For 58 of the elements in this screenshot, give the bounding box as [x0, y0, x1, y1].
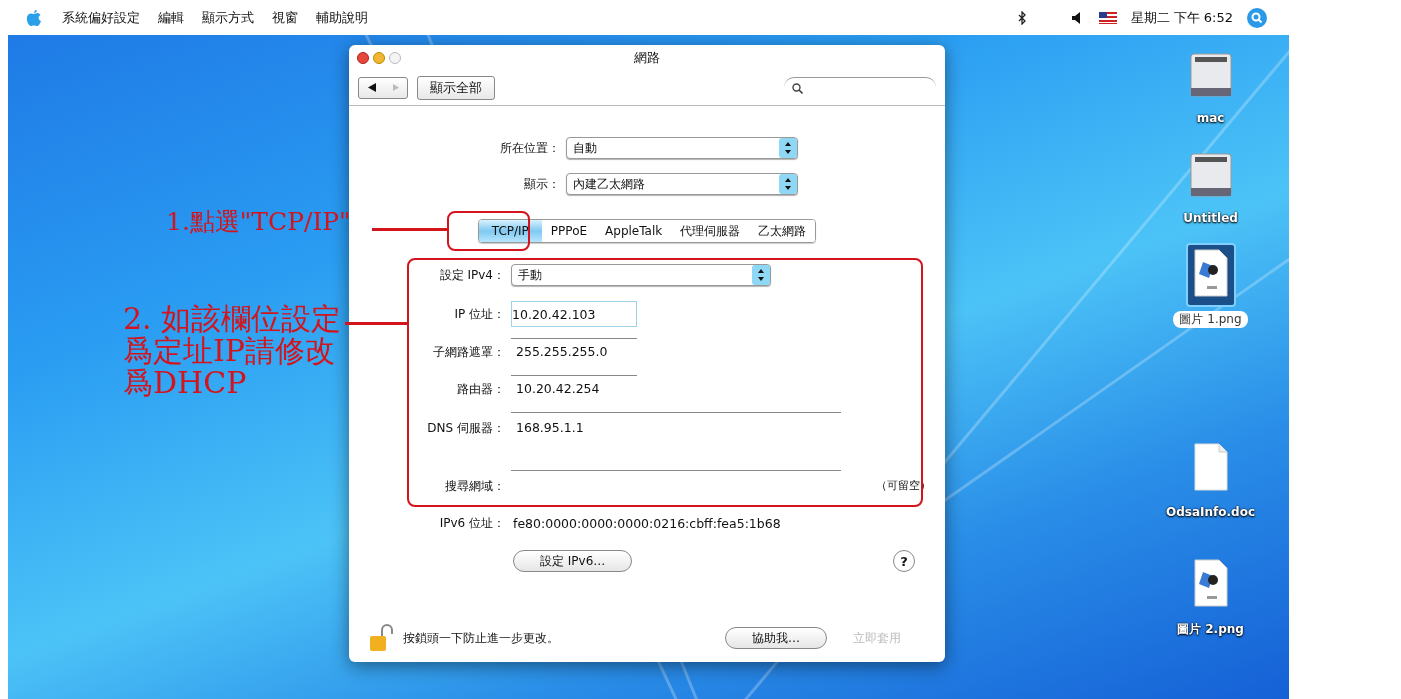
help-button[interactable]: ? — [893, 550, 915, 572]
apple-logo-icon[interactable] — [26, 8, 42, 27]
icon-label[interactable]: 圖片 2.png — [1171, 621, 1250, 638]
field-label: IP 位址： — [453, 305, 505, 323]
field-label: 設定 IPv4： — [438, 266, 505, 284]
stepper-icon — [779, 174, 797, 194]
popup-menu[interactable]: 手動 — [511, 264, 771, 286]
back-arrow-icon[interactable] — [367, 83, 376, 92]
ipv6-address: fe80:0000:0000:0000:0216:cbff:fea5:1b68 — [513, 515, 781, 531]
bluetooth-icon[interactable] — [1017, 10, 1026, 25]
menu-item[interactable]: 顯示方式 — [202, 8, 254, 27]
assist-me-button[interactable]: 協助我… — [725, 627, 827, 649]
input-field[interactable]: 10.20.42.254 — [511, 375, 637, 401]
search-icon — [792, 82, 803, 94]
show-all-button[interactable]: 顯示全部 — [417, 75, 495, 100]
stepper-icon — [752, 265, 770, 285]
icon-label[interactable]: OdsaInfo.doc — [1160, 505, 1261, 519]
menu-item[interactable]: 系統偏好設定 — [62, 8, 140, 27]
stepper-icon — [779, 138, 797, 158]
field-label: DNS 伺服器： — [426, 420, 505, 437]
lock-message: 按鎖頭一下防止進一步更改。 — [403, 629, 559, 647]
leader-line — [345, 322, 407, 325]
field-label: 路由器： — [456, 381, 505, 398]
speaker-icon[interactable] — [1071, 11, 1081, 24]
menu-item[interactable]: 視窗 — [272, 8, 298, 27]
hard-drive-icon[interactable] — [1188, 152, 1233, 198]
flag-icon[interactable] — [1098, 11, 1117, 24]
popup-menu[interactable]: 自動 — [566, 137, 798, 159]
padlock-icon[interactable] — [369, 624, 393, 652]
tab[interactable]: TCP/IP — [478, 220, 542, 242]
menubar-clock[interactable]: 星期二 下午 6:52 — [1130, 8, 1233, 27]
tab[interactable]: AppleTalk — [596, 220, 672, 242]
input-field[interactable]: 10.20.42.103 — [511, 301, 637, 327]
close-icon[interactable] — [357, 51, 369, 64]
minimize-icon[interactable] — [373, 51, 385, 64]
field-label: 所在位置： — [499, 139, 560, 157]
menu-item[interactable]: 編輯 — [158, 8, 184, 27]
text-area[interactable]: 168.95.1.1 — [511, 412, 841, 470]
icon-label[interactable]: 圖片 1.png — [1173, 311, 1248, 328]
tab[interactable]: PPPoE — [541, 220, 597, 242]
menu-item[interactable]: 輔助說明 — [316, 8, 368, 27]
annotation-text: 2. 如該欄位設定 — [123, 303, 342, 335]
window-title: 網路 — [633, 48, 661, 67]
popup-menu[interactable]: 內建乙太網路 — [566, 173, 798, 195]
tab[interactable]: 乙太網路 — [749, 220, 816, 242]
field-label: 子網路遮罩： — [432, 344, 505, 361]
configure-ipv6-button[interactable]: 設定 IPv6… — [513, 550, 633, 572]
field-label: IPv6 位址： — [438, 514, 505, 532]
annotation-text: 1.點選"TCP/IP" — [166, 209, 351, 236]
back-forward-control[interactable] — [358, 76, 408, 99]
annotation-text: 爲DHCP — [123, 367, 247, 399]
tab[interactable]: 代理伺服器 — [671, 220, 750, 242]
annotation-text: 爲定址IP請修改 — [123, 335, 336, 367]
search-icon[interactable] — [1247, 7, 1267, 28]
field-label: 搜尋網域： — [444, 478, 505, 495]
field-label: 顯示： — [523, 175, 560, 193]
hard-drive-icon[interactable] — [1188, 52, 1233, 98]
input-field[interactable]: 255.255.255.0 — [511, 338, 637, 364]
